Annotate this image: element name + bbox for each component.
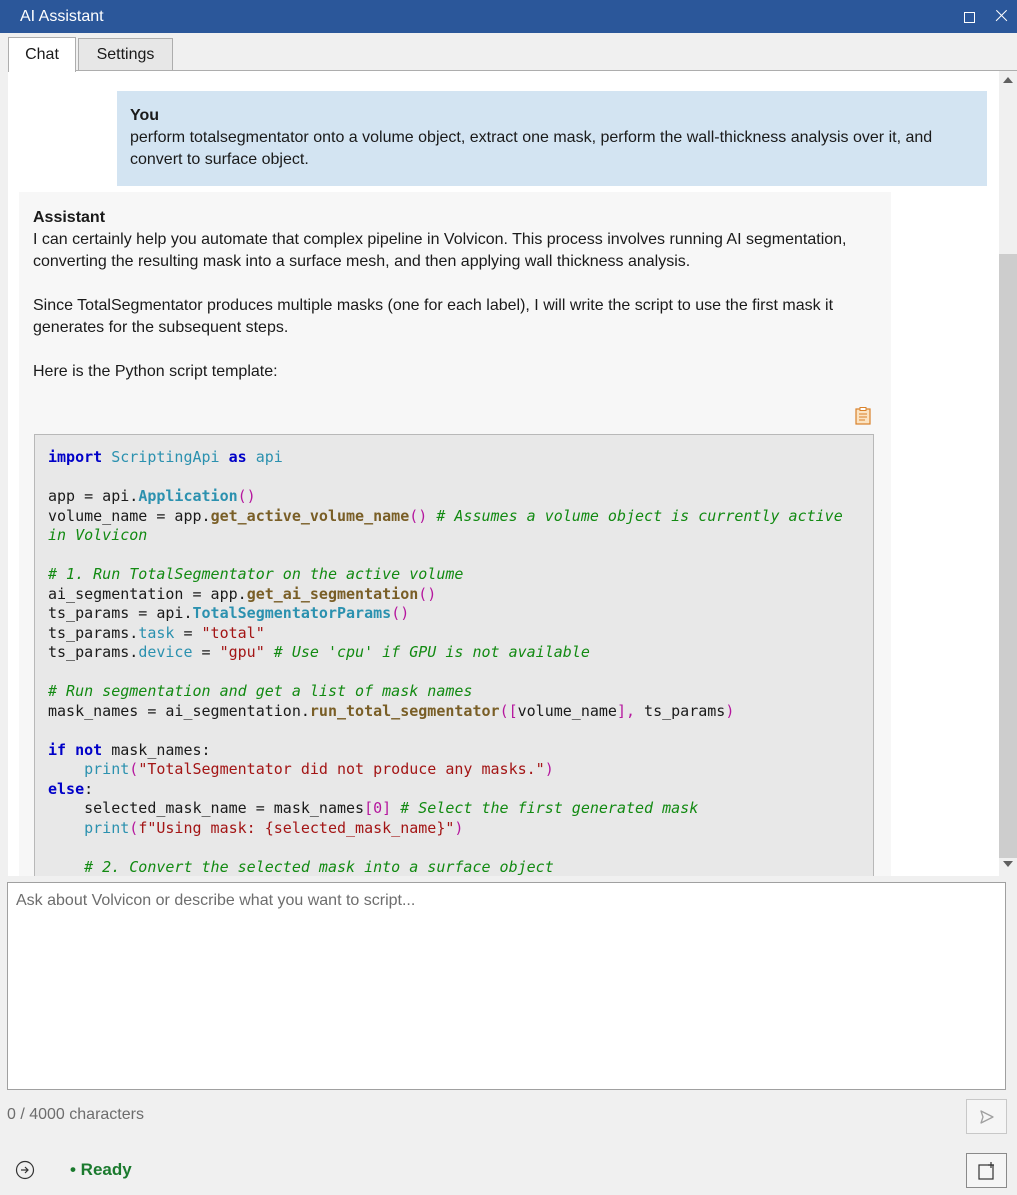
chat-scrollbar[interactable] [999,71,1017,876]
maximize-icon[interactable] [960,7,978,25]
message-input-placeholder: Ask about Volvicon or describe what you … [16,892,416,909]
user-message-text: perform totalsegmentator onto a volume o… [130,129,933,168]
status-indicator: • Ready [70,1160,132,1179]
chat-history[interactable]: You perform totalsegmentator onto a volu… [8,71,999,876]
circle-arrow-icon[interactable] [15,1160,35,1180]
message-input[interactable]: Ask about Volvicon or describe what you … [7,882,1006,1090]
code-line: print(f"Using mask: {selected_mask_name}… [84,818,464,837]
code-block[interactable]: import ScriptingApi as api app = api.App… [34,434,874,876]
send-arrow-icon [979,1109,994,1124]
code-line: volume_name = app.get_active_volume_name… [48,506,843,525]
new-chat-icon [977,1161,994,1180]
close-icon[interactable] [993,7,1011,25]
tab-chat[interactable]: Chat [8,37,76,72]
character-count: 0 / 4000 characters [7,1106,144,1123]
code-line: print("TotalSegmentator did not produce … [84,760,554,778]
code-line: selected_mask_name = mask_names[0] # Sel… [84,799,699,817]
send-button[interactable] [966,1099,1007,1134]
code-line: # Run segmentation and get a list of mas… [48,682,473,700]
code-line: import ScriptingApi as api [48,448,283,466]
window-title: AI Assistant [20,8,104,25]
assistant-paragraph: Here is the Python script template: [33,363,278,380]
code-line: if not mask_names: [48,740,211,759]
assistant-message: Assistant I can certainly help you autom… [19,192,891,876]
clipboard-icon[interactable] [855,407,871,425]
code-line: in Volvicon [48,526,148,544]
code-line: ts_params.task = "total" [48,623,265,642]
scroll-up-icon[interactable] [1003,77,1013,83]
new-chat-button[interactable] [966,1153,1007,1188]
code-line: # 2. Convert the selected mask into a su… [84,857,554,876]
user-message: You perform totalsegmentator onto a volu… [117,91,987,186]
code-line: mask_names = ai_segmentation.run_total_s… [48,701,735,720]
code-line: # 1. Run TotalSegmentator on the active … [48,565,464,583]
code-line: ts_params.device = "gpu" # Use 'cpu' if … [48,643,590,661]
user-message-author: You [130,107,160,124]
assistant-paragraph: Since TotalSegmentator produces multiple… [33,297,834,336]
code-line: ts_params = api.TotalSegmentatorParams() [48,604,410,622]
title-bar: AI Assistant [0,0,1017,33]
assistant-paragraph: I can certainly help you automate that c… [33,231,847,270]
assistant-message-author: Assistant [33,209,106,226]
tab-settings[interactable]: Settings [78,38,173,70]
code-line: else: [48,779,94,798]
scroll-down-icon[interactable] [1003,861,1013,867]
scrollbar-thumb[interactable] [999,254,1017,858]
code-line: app = api.Application() [48,487,256,505]
code-line: ai_segmentation = app.get_ai_segmentatio… [48,584,437,603]
